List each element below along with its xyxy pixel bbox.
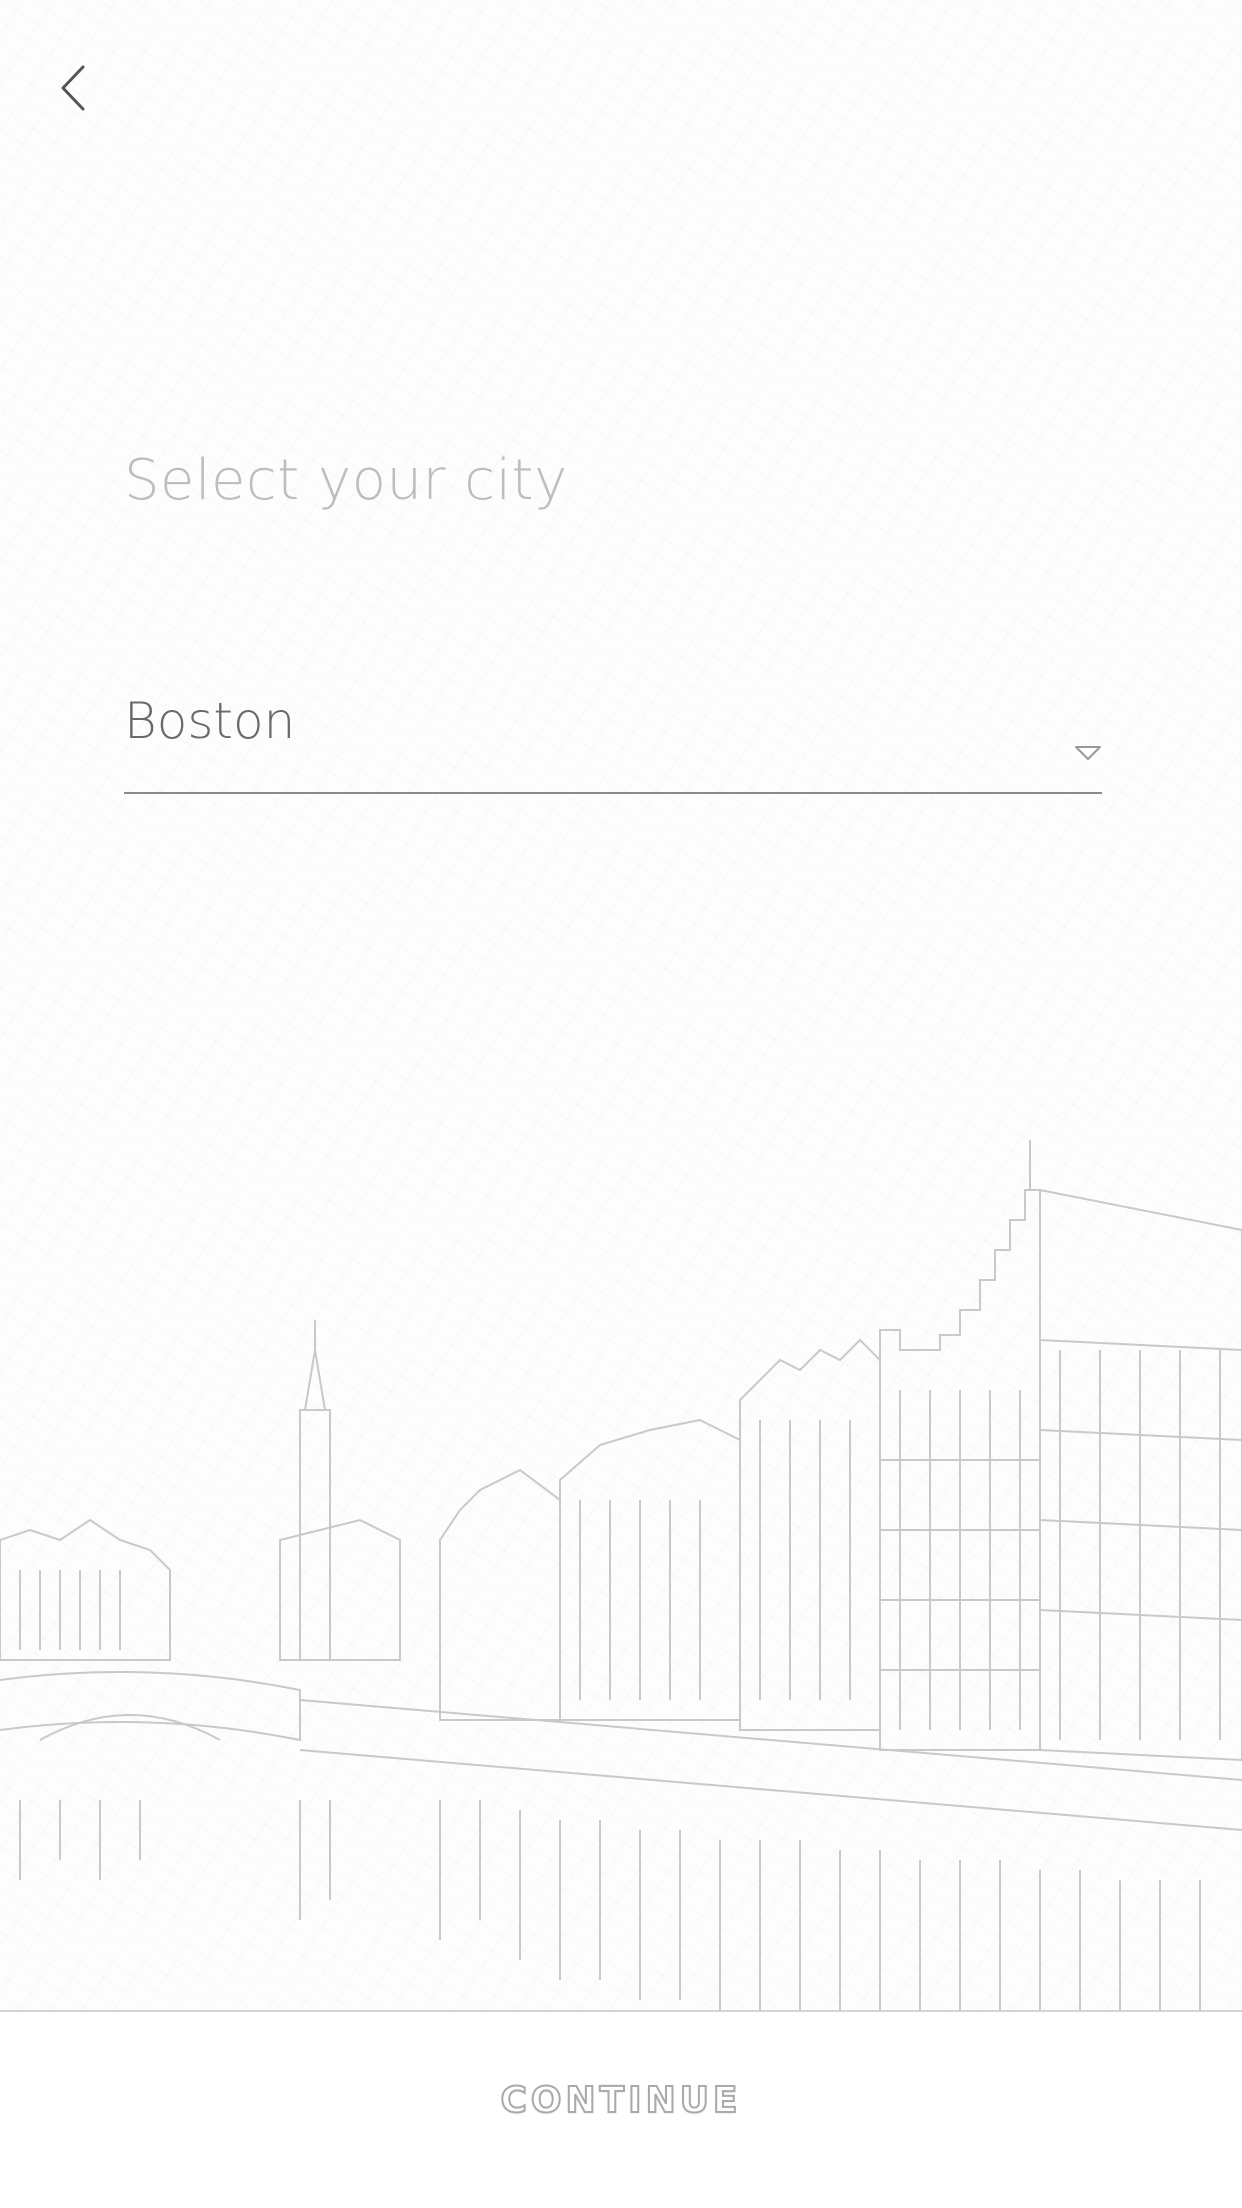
chevron-left-icon: [61, 65, 85, 111]
city-canal-illustration: [0, 1140, 1242, 2035]
city-select-dropdown[interactable]: Boston: [124, 680, 1102, 794]
continue-button[interactable]: CONTINUE: [0, 2050, 1242, 2150]
back-button[interactable]: [42, 50, 102, 126]
selected-city-value: Boston: [124, 692, 296, 750]
page-title: Select your city: [124, 448, 568, 513]
continue-label: CONTINUE: [499, 2079, 742, 2122]
caret-down-icon: [1075, 746, 1101, 760]
